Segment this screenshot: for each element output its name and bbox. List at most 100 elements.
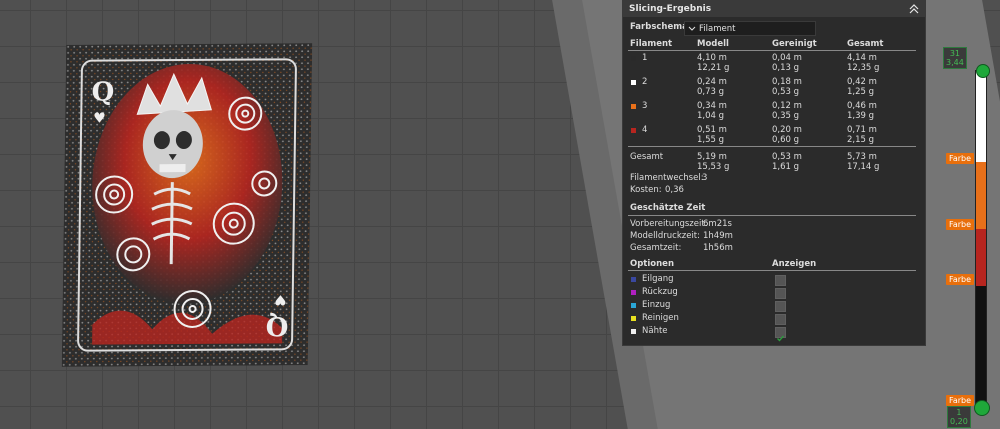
filament-model-m: 0,51 m [697,125,727,135]
total-model-m: 5,19 m [697,152,727,162]
filament-id: 4 [642,125,648,135]
layer-color-segment [976,286,986,407]
collapse-icon[interactable] [909,4,919,14]
color-scheme-select[interactable]: Filament [684,21,816,36]
option-label: Reinigen [642,313,679,323]
option-show-checkbox[interactable] [775,288,786,299]
header-filament: Filament [630,39,673,49]
option-label: Einzug [642,300,671,310]
check-icon [777,335,785,342]
top-layer-number: 31 [949,49,960,58]
bottom-layer-number: 1 [956,408,962,417]
costs-label: Kosten: [630,185,662,195]
model-time-label: Modelldruckzeit: [630,231,701,241]
option-label: Eilgang [642,274,674,284]
total-label: Gesamt [630,152,664,162]
header-divider [628,50,916,51]
filament-changes-label: Filamentwechsel: [630,173,704,183]
layer-slider-track [975,70,987,408]
header-purged: Gereinigt [772,39,817,49]
filament-id: 1 [642,53,648,63]
layer-slider-top-handle[interactable] [976,64,990,78]
option-show-checkbox[interactable] [775,327,786,342]
layer-color-segment [976,229,986,286]
total-total-g: 17,14 g [847,162,880,172]
filament-total-g: 1,25 g [847,87,875,97]
filament-id: 3 [642,101,648,111]
time-heading: Geschätzte Zeit [630,203,706,213]
options-divider [628,270,916,271]
panel-titlebar: Slicing-Ergebnis [623,1,925,17]
option-show-checkbox[interactable] [775,301,786,312]
filament-total-g: 2,15 g [847,135,875,145]
total-purged-m: 0,53 m [772,152,802,162]
header-model: Modell [697,39,729,49]
color-scheme-value: Filament [699,23,736,34]
layer-slider-bottom-handle[interactable] [974,400,990,416]
filament-total-m: 0,71 m [847,125,877,135]
option-show-checkbox[interactable] [775,275,786,286]
total-time-value: 1h56m [703,243,733,253]
filament-total-m: 4,14 m [847,53,877,63]
option-color-swatch [631,303,636,308]
filament-total-m: 0,42 m [847,77,877,87]
top-layer-height: 3,44 [946,58,964,67]
filament-total-g: 1,39 g [847,111,875,121]
option-show-checkbox[interactable] [775,314,786,325]
total-time-label: Gesamtzeit: [630,243,682,253]
color-change-label-1[interactable]: Farbe [946,153,975,164]
filament-purged-m: 0,04 m [772,53,802,63]
filament-purged-m: 0,12 m [772,101,802,111]
prep-time-value: 6m21s [703,219,732,229]
card-model[interactable]: Q ♥ Q ♥ [61,43,313,367]
filament-total-g: 12,35 g [847,63,880,73]
card-rank-top: Q [91,78,114,108]
color-scheme-label: Farbschema [630,22,688,32]
filament-model-m: 4,10 m [697,53,727,63]
color-change-label-2[interactable]: Farbe [946,219,975,230]
option-label: Rückzug [642,287,678,297]
card-suit-top: ♥ [93,111,106,127]
filament-purged-g: 0,53 g [772,87,800,97]
option-color-swatch [631,329,636,334]
total-total-m: 5,73 m [847,152,877,162]
prep-time-label: Vorbereitungszeit: [630,219,708,229]
filament-id: 2 [642,77,648,87]
filament-color-swatch [631,56,636,61]
layer-slider[interactable] [975,70,987,408]
color-change-label-4[interactable]: Farbe [946,395,975,406]
total-model-g: 15,53 g [697,162,730,172]
filament-model-m: 0,24 m [697,77,727,87]
total-purged-g: 1,61 g [772,162,800,172]
filament-color-swatch [631,80,636,85]
time-divider [628,215,916,216]
color-change-label-3[interactable]: Farbe [946,274,975,285]
filament-model-g: 1,55 g [697,135,725,145]
costs-value: 0,36 [665,185,684,195]
bottom-layer-height: 0,20 [950,417,968,426]
filament-color-swatch [631,104,636,109]
show-header: Anzeigen [772,259,817,269]
chevron-down-icon [685,26,699,32]
layer-color-segment [976,162,986,229]
filament-purged-g: 0,60 g [772,135,800,145]
bottom-layer-readout: 1 0,20 [947,406,971,428]
card-model-render: Q ♥ Q ♥ [61,43,313,367]
filament-model-m: 0,34 m [697,101,727,111]
filament-color-swatch [631,128,636,133]
filament-model-g: 12,21 g [697,63,730,73]
panel-title: Slicing-Ergebnis [629,4,712,14]
filament-model-g: 0,73 g [697,87,725,97]
filament-purged-g: 0,13 g [772,63,800,73]
option-label: Nähte [642,326,668,336]
option-color-swatch [631,290,636,295]
card-rank-bottom: Q [265,310,288,340]
options-header: Optionen [630,259,674,269]
option-color-swatch [631,316,636,321]
option-color-swatch [631,277,636,282]
layer-color-segment [976,71,986,162]
top-layer-readout: 31 3,44 [943,47,967,69]
filament-purged-g: 0,35 g [772,111,800,121]
model-time-value: 1h49m [703,231,733,241]
card-suit-bottom: ♥ [274,291,287,307]
